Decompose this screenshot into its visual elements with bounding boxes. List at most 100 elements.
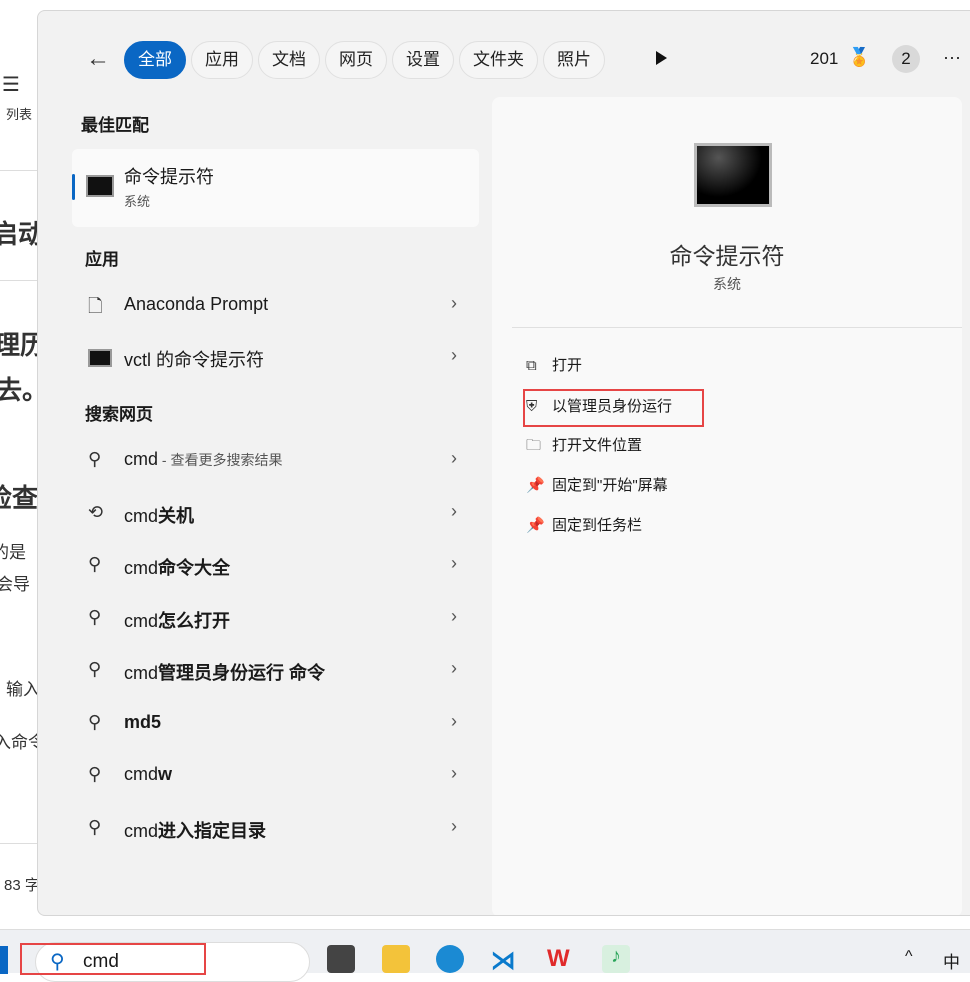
web-search-item[interactable]: ⚲ cmd管理员身份运行 命令 › bbox=[72, 646, 479, 696]
bg-text: 列表 bbox=[6, 107, 33, 122]
chevron-up-icon[interactable]: ^ bbox=[905, 948, 913, 966]
chevron-right-icon[interactable]: › bbox=[451, 711, 457, 732]
chevron-right-icon[interactable]: › bbox=[451, 293, 457, 314]
query-text: cmd bbox=[124, 449, 159, 469]
tab-all[interactable]: 全部 bbox=[124, 41, 186, 79]
query-suggestion: 命令大全 bbox=[158, 558, 231, 578]
best-match-item[interactable]: 命令提示符 系统 bbox=[72, 149, 479, 227]
chevron-right-icon[interactable]: › bbox=[451, 553, 457, 574]
chevron-right-icon[interactable]: › bbox=[451, 501, 457, 522]
web-search-label: cmd命令大全 bbox=[124, 554, 230, 580]
search-panel: ← 全部 应用 文档 网页 设置 文件夹 照片 201 🏅 2 ··· 最佳匹配… bbox=[37, 10, 970, 916]
web-search-item[interactable]: ⚲ cmd - 查看更多搜索结果 › bbox=[72, 436, 479, 486]
web-search-item[interactable]: ⚲ cmd怎么打开 › bbox=[72, 594, 479, 644]
web-search-label: cmd怎么打开 bbox=[124, 607, 230, 633]
search-icon: ⚲ bbox=[88, 764, 102, 784]
more-tabs-play-icon[interactable] bbox=[656, 51, 667, 65]
highlight-box bbox=[523, 389, 704, 427]
pin-icon: 📌 bbox=[526, 477, 545, 494]
query-suggestion: 怎么打开 bbox=[158, 610, 231, 631]
edge-icon[interactable] bbox=[436, 945, 464, 973]
query-suggestion: 进入指定目录 bbox=[158, 820, 267, 841]
app-name: vctl 的命令提示符 bbox=[124, 350, 265, 370]
tab-photos[interactable]: 照片 bbox=[543, 41, 605, 79]
app-item[interactable]: 🗋 Anaconda Prompt › bbox=[72, 281, 479, 331]
chevron-right-icon[interactable]: › bbox=[451, 763, 457, 784]
query-suggestion: w bbox=[158, 764, 173, 784]
query-text: cmd bbox=[124, 505, 159, 526]
cmd-large-icon bbox=[694, 143, 772, 207]
query-text: cmd bbox=[124, 820, 159, 841]
chevron-right-icon[interactable]: › bbox=[451, 658, 457, 679]
web-search-item[interactable]: ⟲ cmd关机 › bbox=[72, 489, 479, 539]
taskbar: ⚲ cmd ⋊ W ♪ ^ 中 bbox=[0, 929, 970, 982]
list-icon: ☰ bbox=[2, 74, 20, 96]
rewards-icon[interactable]: 🏅 bbox=[848, 47, 870, 68]
web-search-label: cmd进入指定目录 bbox=[124, 817, 266, 843]
tab-web[interactable]: 网页 bbox=[325, 41, 387, 79]
filter-tabs: 全部 应用 文档 网页 设置 文件夹 照片 bbox=[124, 41, 605, 79]
web-search-item[interactable]: ⚲ md5 › bbox=[72, 699, 479, 749]
app-item[interactable]: vctl 的命令提示符 › bbox=[72, 333, 479, 383]
web-search-label: cmd - 查看更多搜索结果 bbox=[124, 449, 282, 470]
highlight-box bbox=[20, 943, 206, 975]
action-label: 打开文件位置 bbox=[552, 437, 643, 454]
chevron-right-icon[interactable]: › bbox=[451, 816, 457, 837]
search-icon: ⚲ bbox=[88, 816, 102, 837]
search-icon: ⚲ bbox=[88, 659, 102, 679]
divider bbox=[512, 327, 962, 328]
bg-text: 输入 bbox=[6, 680, 40, 699]
web-search-label: md5 bbox=[124, 712, 161, 733]
ime-indicator[interactable]: 中 bbox=[943, 948, 960, 973]
music-app-icon[interactable]: ♪ bbox=[602, 945, 630, 973]
query-text: cmd bbox=[124, 610, 159, 631]
search-icon: ⚲ bbox=[88, 554, 102, 574]
tab-folders[interactable]: 文件夹 bbox=[459, 41, 538, 79]
web-search-item[interactable]: ⚲ cmdw › bbox=[72, 751, 479, 801]
query-suggestion: 管理员身份运行 命令 bbox=[158, 663, 326, 683]
action-pin-taskbar[interactable]: 📌 固定到任务栏 bbox=[526, 514, 642, 535]
action-label: 固定到任务栏 bbox=[552, 517, 643, 534]
apps-heading: 应用 bbox=[85, 250, 119, 269]
cmd-icon bbox=[86, 175, 114, 197]
search-icon: ⚲ bbox=[88, 449, 102, 469]
account-badge[interactable]: 2 bbox=[892, 45, 920, 73]
chevron-right-icon[interactable]: › bbox=[451, 345, 457, 366]
file-explorer-icon[interactable] bbox=[382, 945, 410, 973]
file-icon: 🗋 bbox=[88, 296, 103, 316]
tab-settings[interactable]: 设置 bbox=[392, 41, 454, 79]
query-text: cmd bbox=[124, 558, 159, 578]
tab-documents[interactable]: 文档 bbox=[258, 41, 320, 79]
vscode-icon[interactable]: ⋊ bbox=[490, 945, 518, 975]
web-search-label: cmd关机 bbox=[124, 502, 194, 528]
web-search-item[interactable]: ⚲ cmd进入指定目录 › bbox=[72, 804, 479, 854]
action-label: 打开 bbox=[552, 357, 583, 374]
selection-indicator bbox=[72, 174, 75, 200]
folder-icon: 🗀 bbox=[526, 437, 542, 454]
rewards-points: 201 bbox=[810, 49, 839, 68]
wps-icon[interactable]: W bbox=[547, 945, 575, 973]
chevron-right-icon[interactable]: › bbox=[451, 606, 457, 627]
more-options-icon[interactable]: ··· bbox=[943, 47, 961, 68]
cmd-icon bbox=[88, 349, 112, 367]
detail-subtitle: 系统 bbox=[713, 276, 741, 292]
history-icon: ⟲ bbox=[88, 501, 104, 522]
query-suggestion: md5 bbox=[124, 711, 162, 732]
query-text: cmd bbox=[124, 663, 159, 683]
web-heading: 搜索网页 bbox=[85, 405, 153, 424]
action-pin-start[interactable]: 📌 固定到"开始"屏幕 bbox=[526, 474, 668, 495]
search-icon: ⚲ bbox=[88, 606, 102, 627]
query-suggestion: 关机 bbox=[158, 505, 195, 526]
task-view-icon[interactable] bbox=[327, 945, 355, 973]
best-match-name: 命令提示符 bbox=[124, 167, 214, 187]
chevron-right-icon[interactable]: › bbox=[451, 448, 457, 469]
action-open[interactable]: ⧉ 打开 bbox=[526, 354, 582, 375]
tab-apps[interactable]: 应用 bbox=[191, 41, 253, 79]
web-search-label: cmd管理员身份运行 命令 bbox=[124, 659, 325, 685]
back-arrow-icon[interactable]: ← bbox=[86, 45, 110, 73]
action-open-file-location[interactable]: 🗀 打开文件位置 bbox=[526, 434, 642, 460]
detail-name: 命令提示符 bbox=[669, 243, 785, 269]
best-match-heading: 最佳匹配 bbox=[81, 116, 149, 135]
start-icon[interactable] bbox=[0, 946, 8, 974]
web-search-item[interactable]: ⚲ cmd命令大全 › bbox=[72, 541, 479, 591]
